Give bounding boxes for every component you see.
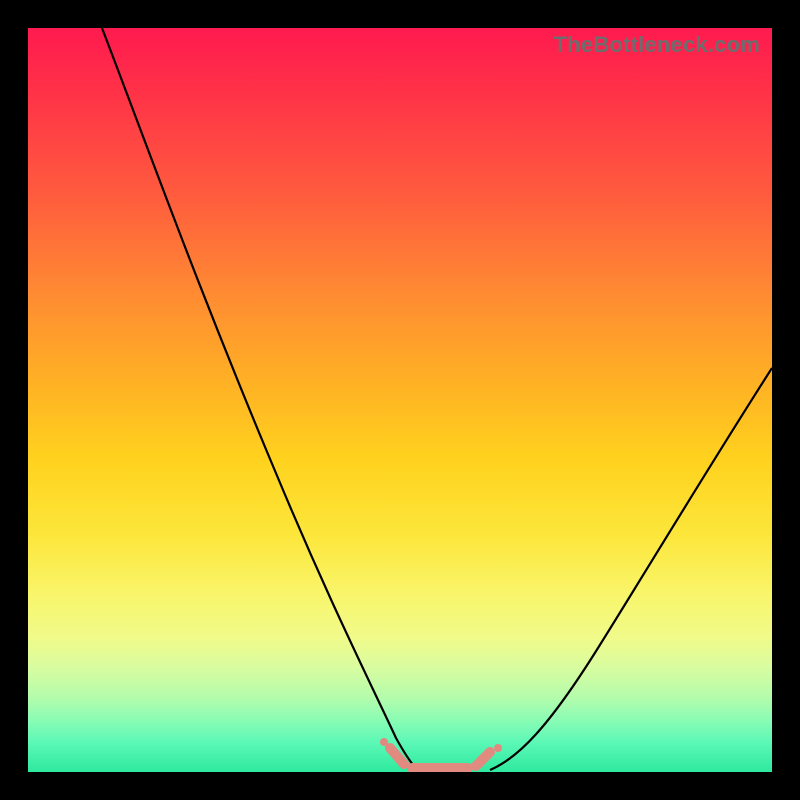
plot-area: TheBottleneck.com [28,28,772,772]
curve-layer [28,28,772,772]
left-curve [102,28,418,770]
chart-frame: TheBottleneck.com [0,0,800,800]
right-curve [490,368,772,770]
